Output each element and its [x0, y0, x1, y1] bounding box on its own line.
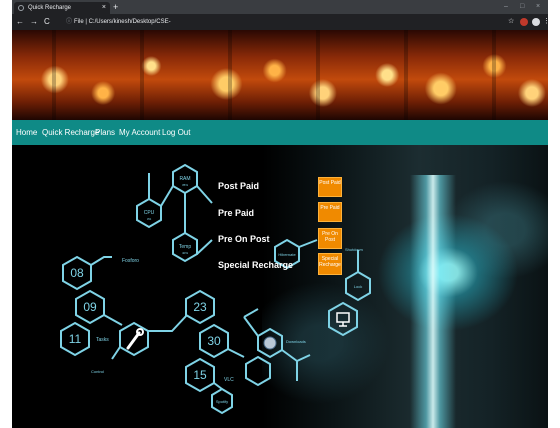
hud-downloads: Downloads	[286, 339, 306, 344]
globe-icon	[18, 5, 24, 11]
info-icon[interactable]: ⓘ	[66, 19, 72, 25]
url-field[interactable]: ⓘFile | C:/Users/kinesh/Desktop/CSE-326/…	[66, 16, 196, 37]
option-special-recharge[interactable]: Special Recharge	[218, 259, 293, 271]
hud-23: 23	[193, 300, 207, 314]
option-pre-on-post[interactable]: Pre On Post	[218, 233, 270, 245]
vlc-hex	[245, 355, 271, 387]
nav-my-account[interactable]: My Account	[119, 127, 160, 138]
monitor-hex	[328, 301, 358, 337]
hud-09: 09	[83, 300, 97, 314]
hud-cpu-pct: 3%	[147, 217, 152, 221]
minimize-icon[interactable]: –	[504, 1, 508, 13]
new-tab-button[interactable]: +	[113, 1, 118, 13]
hud-15: 15	[193, 368, 207, 382]
hud-fosforo: Fosforo	[122, 258, 139, 264]
forward-icon[interactable]: →	[30, 16, 38, 28]
nav-log-out[interactable]: Log Out	[162, 127, 190, 138]
hud-control: Control	[91, 369, 104, 374]
hud-vlc: VLC	[224, 377, 234, 383]
hud-spotify: Spotify	[216, 399, 228, 404]
extension-icon[interactable]	[520, 18, 528, 26]
hud-ram-pct: 35%	[182, 183, 188, 187]
header-banner	[12, 30, 548, 120]
reload-icon[interactable]: C	[44, 16, 50, 28]
back-icon[interactable]: ←	[16, 16, 24, 28]
hud-temp: Temp	[179, 244, 191, 250]
tab-quick-recharge[interactable]: Quick Recharge ×	[14, 2, 110, 14]
browser-window: Quick Recharge × + – □ × ← → C ⓘ File | C…	[12, 0, 548, 428]
maximize-icon[interactable]: □	[520, 1, 524, 13]
nav-quick-recharge[interactable]: Quick Recharge	[42, 127, 99, 138]
wrench-icon	[126, 328, 144, 350]
pre-paid-button[interactable]: Pre Paid	[318, 202, 342, 222]
hud-30: 30	[207, 334, 221, 348]
main-nav: Home Quick Recharge Plans My Account Log…	[12, 120, 548, 145]
hud-ram: RAM	[179, 176, 190, 182]
system-hud-graphic: 08 09 11 23 30 15 Fosforo Tasks Control …	[60, 163, 371, 415]
hud-hibernate: Hibernate	[278, 252, 296, 257]
monitor-icon	[336, 312, 350, 327]
nav-home[interactable]: Home	[16, 127, 37, 138]
star-icon[interactable]: ☆	[508, 16, 514, 28]
hud-cpu: CPU	[144, 210, 155, 216]
hud-lock: Lock	[354, 284, 362, 289]
option-post-paid[interactable]: Post Paid	[218, 180, 259, 192]
nav-plans[interactable]: Plans	[95, 127, 115, 138]
hud-08: 08	[70, 266, 84, 280]
address-bar: ← → C ⓘ File | C:/Users/kinesh/Desktop/CS…	[12, 14, 548, 37]
hud-temp-pct: 40%	[182, 251, 188, 255]
tab-strip: Quick Recharge × + – □ ×	[12, 0, 548, 14]
hud-11: 11	[69, 332, 82, 346]
avatar[interactable]	[532, 18, 540, 26]
more-menu-icon[interactable]: ⋮	[543, 16, 548, 28]
main-content: 08 09 11 23 30 15 Fosforo Tasks Control …	[12, 145, 548, 428]
special-recharge-button[interactable]: Special Recharge	[318, 253, 342, 275]
firefox-icon	[263, 336, 277, 350]
post-paid-button[interactable]: Post Paid	[318, 177, 342, 197]
tab-title: Quick Recharge	[28, 5, 72, 11]
close-tab-icon[interactable]: ×	[102, 3, 106, 13]
window-close-icon[interactable]: ×	[536, 1, 540, 13]
hud-tasks: Tasks	[96, 337, 109, 343]
pre-on-post-button[interactable]: Pre On Post	[318, 228, 342, 249]
hud-shutdown: Shutdown	[345, 247, 363, 252]
option-pre-paid[interactable]: Pre Paid	[218, 207, 254, 219]
